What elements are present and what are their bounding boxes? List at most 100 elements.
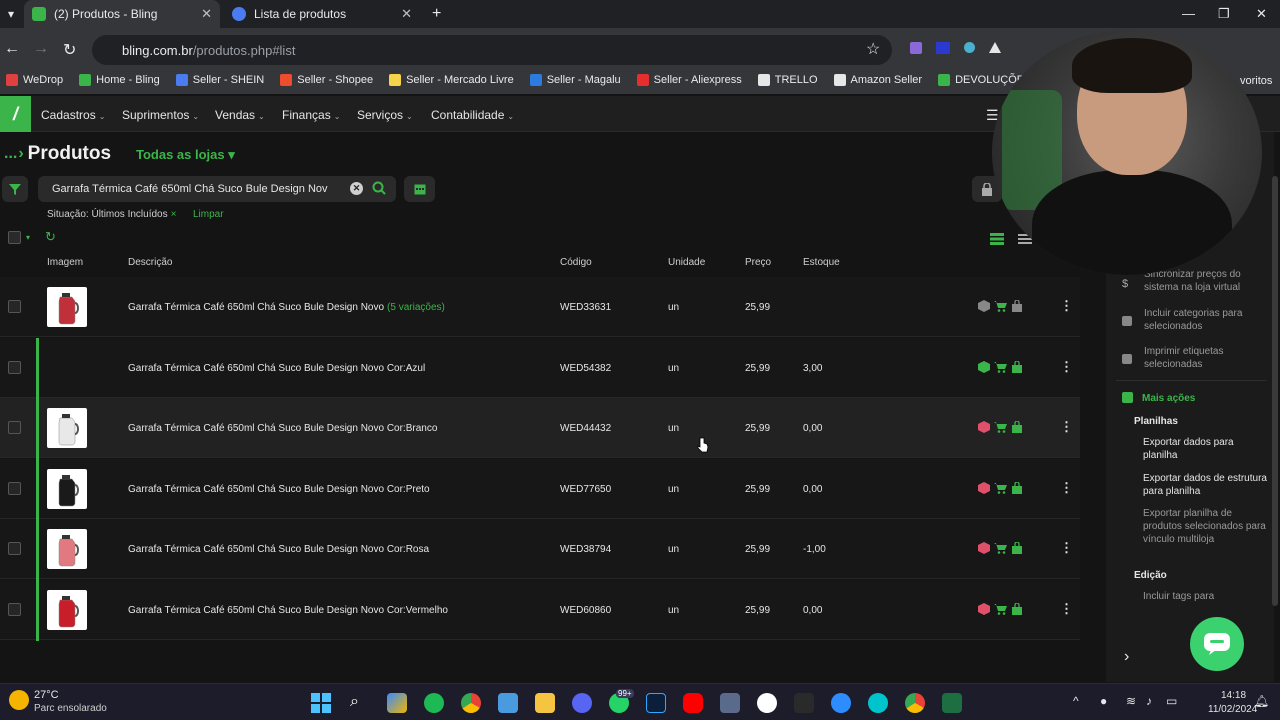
new-tab-button[interactable]: + xyxy=(424,0,450,28)
nav-vendas[interactable]: Vendas ⌄ xyxy=(215,108,265,122)
notepad-icon[interactable] xyxy=(498,693,518,713)
stock-box-icon[interactable] xyxy=(978,360,990,373)
cart-icon[interactable] xyxy=(994,300,1007,312)
clock-time[interactable]: 14:18 xyxy=(1221,690,1246,701)
address-bar[interactable]: bling.com.br/produtos.php#list xyxy=(92,35,892,65)
minimize-icon[interactable]: — xyxy=(1182,6,1195,21)
search-taskbar-icon[interactable]: ⌕ xyxy=(350,693,370,713)
nav-servicos[interactable]: Serviços ⌄ xyxy=(357,108,413,122)
breadcrumb[interactable]: ...› xyxy=(4,145,24,163)
export-structure-action[interactable]: Exportar dados de estrutura para planilh… xyxy=(1143,472,1268,498)
cart-icon[interactable] xyxy=(994,361,1007,373)
list-view-icon[interactable] xyxy=(990,233,1004,245)
calculator-icon[interactable] xyxy=(720,693,740,713)
column-header-codigo[interactable]: Código xyxy=(560,257,592,268)
include-tags-action[interactable]: Incluir tags para xyxy=(1143,590,1263,603)
extension-circle-icon[interactable] xyxy=(964,42,975,53)
battery-icon[interactable]: ▭ xyxy=(1166,694,1177,708)
search-icon[interactable] xyxy=(372,181,386,195)
filter-button[interactable] xyxy=(2,176,28,202)
row-checkbox[interactable] xyxy=(8,300,21,313)
table-row[interactable]: Garrafa Térmica Café 650ml Chá Suco Bule… xyxy=(0,398,1080,459)
row-checkbox[interactable] xyxy=(8,481,21,495)
weather-temperature[interactable]: 27°C xyxy=(34,689,59,701)
stock-box-icon[interactable] xyxy=(978,300,990,312)
table-row[interactable]: Garrafa Térmica Café 650ml Chá Suco Bule… xyxy=(0,579,1080,641)
clear-search-icon[interactable]: ✕ xyxy=(350,182,363,195)
row-checkbox[interactable] xyxy=(8,602,21,616)
search-input[interactable]: Garrafa Térmica Café 650ml Chá Suco Bule… xyxy=(38,176,396,202)
table-row[interactable]: Garrafa Térmica Café 650ml Chá Suco Bule… xyxy=(0,337,1080,399)
clear-filters-link[interactable]: Limpar xyxy=(193,209,224,220)
stock-box-icon[interactable] xyxy=(978,481,990,494)
row-menu-icon[interactable]: ⋮ xyxy=(1060,601,1073,617)
shopping-bag-icon[interactable] xyxy=(1011,360,1023,373)
stock-box-icon[interactable] xyxy=(978,542,990,554)
maximize-icon[interactable]: ❐ xyxy=(1218,6,1230,22)
copilot-icon[interactable] xyxy=(387,693,407,713)
row-menu-icon[interactable]: ⋮ xyxy=(1060,540,1073,556)
close-tab-icon[interactable]: ✕ xyxy=(401,6,412,22)
volume-icon[interactable]: ♪ xyxy=(1146,694,1152,708)
app-icon[interactable] xyxy=(794,693,814,713)
back-icon[interactable]: ← xyxy=(4,40,20,58)
product-thumbnail[interactable] xyxy=(47,589,87,630)
store-filter-dropdown[interactable]: Todas as lojas ▾ xyxy=(136,147,235,163)
tab-lista-produtos[interactable]: Lista de produtos ✕ xyxy=(224,0,420,28)
product-description[interactable]: Garrafa Térmica Café 650ml Chá Suco Bule… xyxy=(128,544,429,555)
photoshop-icon[interactable] xyxy=(646,693,666,713)
more-actions-header[interactable]: Mais ações xyxy=(1142,393,1195,404)
print-labels-action[interactable]: Imprimir etiquetas selecionadas xyxy=(1144,345,1264,371)
shopping-bag-icon[interactable] xyxy=(1011,300,1023,312)
microphone-icon[interactable]: ● xyxy=(1100,694,1107,708)
variations-link[interactable]: (5 variações) xyxy=(387,302,445,313)
wifi-icon[interactable]: ≋ xyxy=(1126,694,1136,708)
notification-bell-icon[interactable]: 🔔︎ xyxy=(1254,694,1269,708)
include-categories-action[interactable]: Incluir categorias para selecionados xyxy=(1144,307,1264,333)
bookmark-star-icon[interactable]: ☆ xyxy=(866,39,880,59)
table-row[interactable]: Garrafa Térmica Café 650ml Chá Suco Bule… xyxy=(0,458,1080,520)
cart-icon[interactable] xyxy=(994,603,1007,615)
row-menu-icon[interactable]: ⋮ xyxy=(1060,419,1073,435)
bookmark-item[interactable]: WeDrop xyxy=(6,74,63,86)
row-checkbox[interactable] xyxy=(8,360,21,374)
product-description[interactable]: Garrafa Térmica Café 650ml Chá Suco Bule… xyxy=(128,363,425,374)
bookmark-item[interactable]: Seller - Shopee xyxy=(280,74,373,86)
chrome-active-icon[interactable] xyxy=(905,693,925,713)
calendar-button[interactable] xyxy=(404,176,435,202)
product-description[interactable]: Garrafa Térmica Café 650ml Chá Suco Bule… xyxy=(128,302,445,313)
product-thumbnail[interactable] xyxy=(47,287,87,327)
file-explorer-icon[interactable] xyxy=(535,693,555,713)
product-description[interactable]: Garrafa Térmica Café 650ml Chá Suco Bule… xyxy=(128,605,448,616)
weather-sun-icon[interactable] xyxy=(9,690,29,710)
close-window-icon[interactable]: ✕ xyxy=(1256,6,1267,22)
row-menu-icon[interactable]: ⋮ xyxy=(1060,298,1073,314)
row-checkbox[interactable] xyxy=(8,421,21,434)
shopping-bag-icon[interactable] xyxy=(1011,602,1023,615)
canva-icon[interactable] xyxy=(868,693,888,713)
close-tab-icon[interactable]: ✕ xyxy=(201,6,212,22)
spotify-icon[interactable] xyxy=(424,693,444,713)
product-description[interactable]: Garrafa Térmica Café 650ml Chá Suco Bule… xyxy=(128,423,437,434)
cart-icon[interactable] xyxy=(994,482,1007,494)
row-checkbox[interactable] xyxy=(8,542,21,555)
extension-pen-icon[interactable] xyxy=(910,42,922,54)
product-thumbnail[interactable] xyxy=(47,529,87,569)
column-header-preco[interactable]: Preço xyxy=(745,257,771,268)
bookmark-item[interactable]: TRELLO xyxy=(757,74,818,86)
zoom-icon[interactable] xyxy=(831,693,851,713)
windows-start-icon[interactable] xyxy=(311,693,331,713)
bookmark-item[interactable]: Seller - Mercado Livre xyxy=(389,74,514,86)
tab-dropdown[interactable]: ▾ xyxy=(0,0,22,28)
cart-icon[interactable] xyxy=(994,421,1007,433)
row-menu-icon[interactable]: ⋮ xyxy=(1060,359,1073,375)
cart-icon[interactable] xyxy=(994,542,1007,554)
shopping-bag-icon[interactable] xyxy=(1011,481,1023,494)
extension-icons[interactable] xyxy=(910,42,1001,54)
stock-box-icon[interactable] xyxy=(978,421,990,433)
bookmark-item[interactable]: Seller - Aliexpress xyxy=(636,74,742,86)
chat-button[interactable] xyxy=(1190,617,1244,671)
product-description[interactable]: Garrafa Térmica Café 650ml Chá Suco Bule… xyxy=(128,484,430,495)
bling-logo[interactable]: / xyxy=(0,96,31,132)
tab-produtos-bling[interactable]: (2) Produtos - Bling ✕ xyxy=(24,0,220,28)
